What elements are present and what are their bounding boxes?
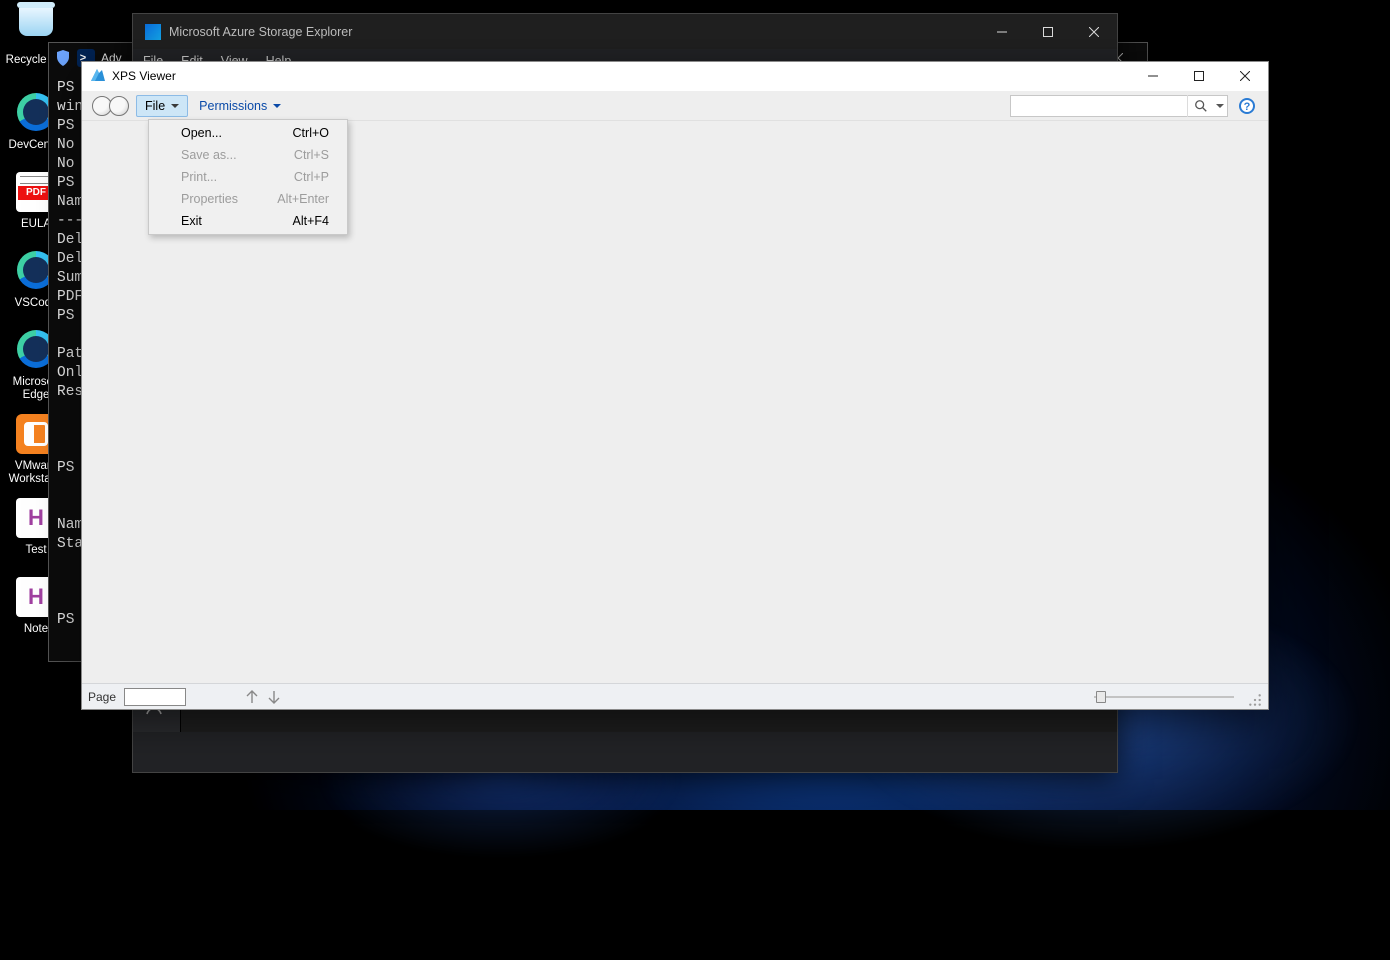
- menu-item-label: Save as...: [181, 148, 237, 162]
- chevron-down-icon: [171, 102, 179, 110]
- permissions-menu-label: Permissions: [199, 99, 267, 113]
- zoom-track: [1094, 696, 1234, 698]
- azure-titlebar[interactable]: Microsoft Azure Storage Explorer: [133, 14, 1117, 49]
- permissions-menu-button[interactable]: Permissions: [190, 95, 290, 117]
- desktop: Recycle Bin DevCenter EULA VSCode Micros…: [0, 0, 1390, 810]
- menu-item-label: Print...: [181, 170, 217, 184]
- file-menu-dropdown[interactable]: Open... Ctrl+O Save as... Ctrl+S Print... Ctr…: [148, 119, 348, 235]
- xps-titlebar[interactable]: XPS Viewer: [82, 62, 1268, 91]
- zoom-thumb[interactable]: [1096, 691, 1106, 703]
- chevron-down-icon: [273, 102, 281, 110]
- minimize-button[interactable]: [979, 14, 1025, 49]
- file-menu-item: Save as... Ctrl+S: [151, 144, 345, 166]
- page-number-input[interactable]: [124, 688, 186, 706]
- shield-icon: [55, 50, 71, 66]
- menu-item-label: Properties: [181, 192, 238, 206]
- xps-statusbar: Page: [82, 683, 1268, 709]
- help-button[interactable]: ?: [1236, 95, 1258, 117]
- azure-app-icon: [145, 24, 161, 40]
- close-button[interactable]: [1071, 14, 1117, 49]
- zoom-slider[interactable]: [1094, 690, 1234, 704]
- file-menu-item: Print... Ctrl+P: [151, 166, 345, 188]
- minimize-button[interactable]: [1130, 62, 1176, 91]
- xps-window-title: XPS Viewer: [112, 69, 176, 83]
- file-menu-item[interactable]: Open... Ctrl+O: [151, 122, 345, 144]
- menu-item-accelerator: Ctrl+O: [293, 126, 329, 140]
- file-menu-item: Properties Alt+Enter: [151, 188, 345, 210]
- search-options-dropdown[interactable]: [1213, 102, 1227, 110]
- maximize-button[interactable]: [1176, 62, 1222, 91]
- search-box[interactable]: [1010, 95, 1228, 117]
- menu-item-accelerator: Alt+Enter: [277, 192, 329, 206]
- svg-text:?: ?: [1244, 101, 1251, 113]
- menu-item-label: Open...: [181, 126, 222, 140]
- xps-toolbar: File Permissions ?: [82, 91, 1268, 121]
- menu-item-accelerator: Ctrl+S: [294, 148, 329, 162]
- resize-grip[interactable]: [1248, 693, 1262, 707]
- close-button[interactable]: [1222, 62, 1268, 91]
- binoculars-icon[interactable]: [86, 94, 134, 118]
- menu-item-label: Exit: [181, 214, 202, 228]
- menu-item-accelerator: Ctrl+P: [294, 170, 329, 184]
- page-label: Page: [88, 690, 116, 704]
- page-down-button[interactable]: [266, 689, 282, 705]
- search-input[interactable]: [1011, 99, 1187, 113]
- menu-item-accelerator: Alt+F4: [293, 214, 329, 228]
- file-menu-item[interactable]: Exit Alt+F4: [151, 210, 345, 232]
- page-up-button[interactable]: [244, 689, 260, 705]
- search-button[interactable]: [1187, 95, 1213, 117]
- maximize-button[interactable]: [1025, 14, 1071, 49]
- azure-window-title: Microsoft Azure Storage Explorer: [169, 25, 352, 39]
- xps-app-icon: [90, 68, 106, 84]
- file-menu-label: File: [145, 99, 165, 113]
- file-menu-button[interactable]: File: [136, 95, 188, 117]
